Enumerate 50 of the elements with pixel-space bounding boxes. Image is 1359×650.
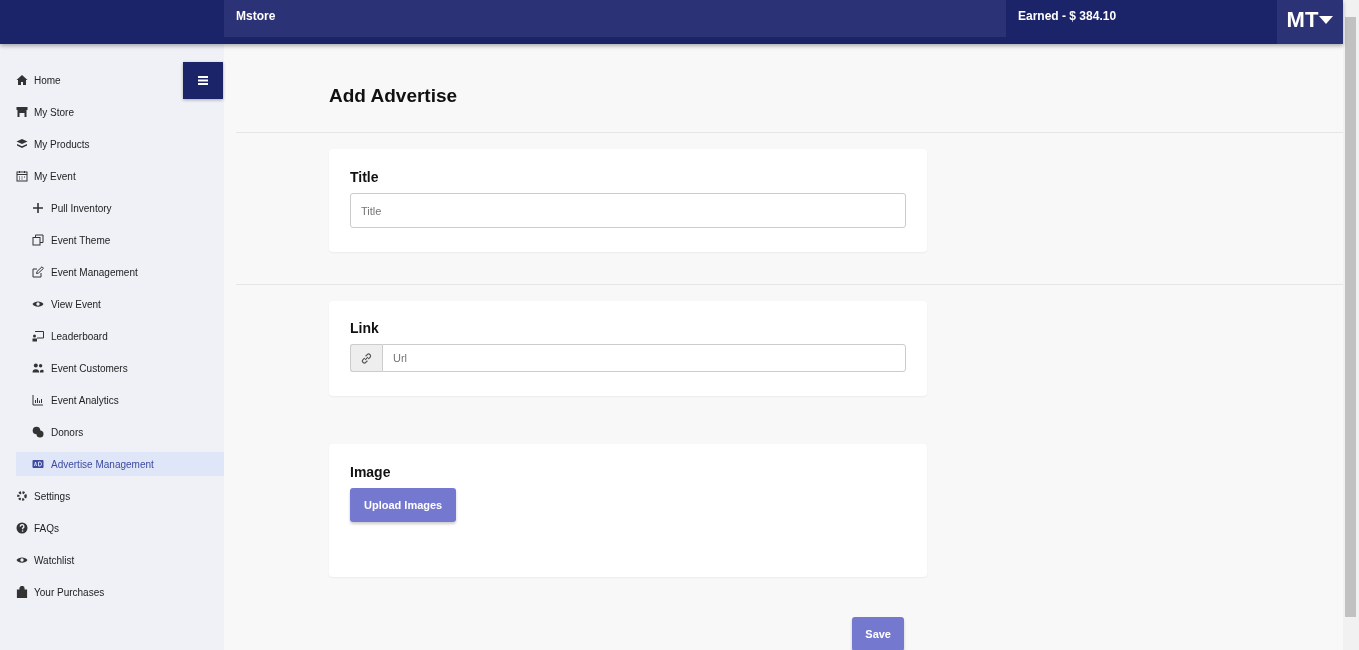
house-icon — [16, 74, 28, 86]
calendar-icon — [16, 170, 28, 182]
sidebar-item[interactable]: Event Theme — [0, 224, 224, 256]
caret-icon — [1319, 16, 1334, 24]
eye-icon — [32, 298, 44, 310]
sidebar-item[interactable]: View Event — [0, 288, 224, 320]
earned-amount: Earned - $ 384.10 — [1018, 9, 1117, 23]
ad-icon — [32, 458, 44, 470]
sidebar-item[interactable]: Advertise Management — [16, 452, 224, 476]
menu-toggle-button[interactable] — [183, 62, 223, 99]
sidebar-item[interactable]: Leaderboard — [0, 320, 224, 352]
upload-button[interactable]: Upload Images — [350, 488, 457, 522]
sidebar-item[interactable]: My Products — [0, 128, 224, 160]
eye-icon — [16, 554, 28, 566]
sidebar-item[interactable]: Settings — [0, 480, 224, 512]
sidebar-item[interactable]: Event Customers — [0, 352, 224, 384]
sidebar-item[interactable]: Your Purchases — [0, 576, 224, 608]
sidebar-item[interactable]: Donors — [0, 416, 224, 448]
field-label: Image — [350, 464, 391, 480]
link-icon — [361, 352, 372, 364]
field-label: Title — [350, 169, 379, 185]
url-field[interactable]: Url — [382, 344, 906, 372]
sidebar-item[interactable]: Watchlist — [0, 544, 224, 576]
sidebar-item[interactable]: Event Analytics — [0, 384, 224, 416]
edit-icon — [32, 266, 44, 278]
bag-icon — [16, 586, 28, 598]
sidebar-item[interactable]: My Event — [0, 160, 224, 192]
title-field[interactable]: Title — [350, 193, 906, 228]
sidebar-item[interactable]: FAQs — [0, 512, 224, 544]
menu-icon — [198, 76, 208, 85]
page-title: Add Advertise — [328, 84, 459, 108]
sidebar-item[interactable]: Home — [0, 64, 224, 96]
question-icon — [16, 522, 28, 534]
save-button[interactable]: Save — [852, 617, 904, 650]
sidebar-item[interactable]: Pull Inventory — [0, 192, 224, 224]
bar-chart-icon — [32, 394, 44, 406]
scrollbar[interactable] — [1343, 0, 1359, 650]
settings-icon — [16, 490, 28, 502]
layers-icon — [16, 138, 28, 150]
plus-icon — [32, 202, 44, 214]
board-icon — [32, 330, 44, 342]
copy-icon — [32, 234, 44, 246]
sidebar-item[interactable]: My Store — [0, 96, 224, 128]
user-menu[interactable]: MT — [1277, 0, 1343, 44]
sidebar-item[interactable]: Event Management — [0, 256, 224, 288]
field-label: Link — [350, 320, 379, 336]
users-icon — [32, 362, 44, 374]
coins-icon — [32, 426, 44, 438]
store-name: Mstore — [236, 9, 276, 23]
storefront-icon — [16, 106, 28, 118]
